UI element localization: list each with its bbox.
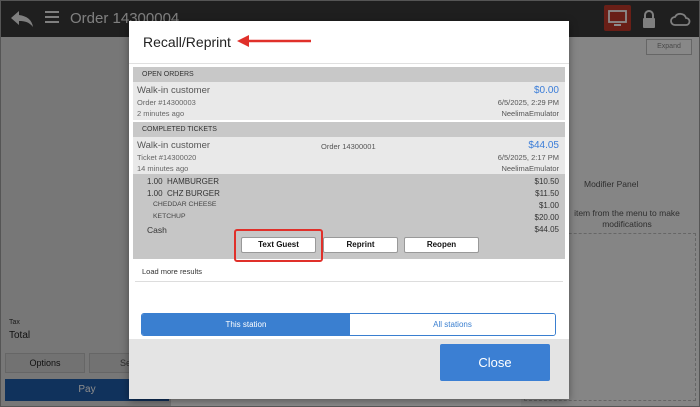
ticket-amount: $44.05 — [528, 140, 559, 151]
text-guest-button[interactable]: Text Guest — [241, 237, 316, 253]
title-divider — [129, 63, 569, 64]
ticket-number: Ticket #14300020 — [137, 153, 197, 162]
payment-amount: $44.05 — [534, 225, 559, 234]
modifier-item: CHEDDAR CHEESE $1.00 — [133, 201, 565, 213]
order-amount: $0.00 — [533, 85, 559, 96]
item-price: $11.50 — [535, 189, 559, 198]
divider — [135, 281, 563, 282]
order-reference: Order 14300001 — [321, 142, 376, 151]
item-price: $10.50 — [534, 177, 559, 186]
line-item: 1.00 CHZ BURGER $11.50 — [133, 189, 565, 201]
item-label: 1.00 HAMBURGER — [147, 177, 220, 186]
modifier-price: $1.00 — [538, 201, 559, 210]
customer-name: Walk-in customer — [137, 140, 211, 151]
open-order-row[interactable]: Walk-in customer Order #14300003 2 minut… — [133, 82, 565, 120]
recall-reprint-dialog: Recall/Reprint OPEN ORDERS Walk-in custo… — [129, 21, 569, 399]
ticket-device: NeelimaEmulator — [501, 164, 559, 173]
completed-ticket-row[interactable]: Walk-in customer Ticket #14300020 14 min… — [133, 137, 565, 174]
item-label: 1.00 CHZ BURGER — [147, 189, 220, 198]
order-device: NeelimaEmulator — [501, 109, 559, 118]
modifier-price: $20.00 — [534, 213, 559, 222]
reprint-button[interactable]: Reprint — [323, 237, 398, 253]
modifier-label: CHEDDAR CHEESE — [153, 201, 217, 208]
modifier-label: KETCHUP — [153, 213, 186, 220]
reopen-button[interactable]: Reopen — [404, 237, 479, 253]
payment-method: Cash — [147, 225, 167, 235]
station-toggle: This station All stations — [141, 313, 556, 336]
completed-tickets-header: COMPLETED TICKETS — [133, 122, 565, 137]
ticket-age: 14 minutes ago — [137, 164, 189, 173]
this-station-tab[interactable]: This station — [142, 314, 350, 335]
order-age: 2 minutes ago — [137, 109, 185, 118]
close-button[interactable]: Close — [440, 344, 550, 381]
all-stations-tab[interactable]: All stations — [350, 314, 555, 335]
app-window: Order 14300004 Tax Total Options Se Pay … — [0, 0, 700, 407]
ticket-date: 6/5/2025, 2:17 PM — [497, 153, 559, 162]
modifier-item: KETCHUP $20.00 — [133, 213, 565, 225]
line-item: 1.00 HAMBURGER $10.50 — [133, 177, 565, 189]
order-date: 6/5/2025, 2:29 PM — [497, 98, 559, 107]
open-orders-header: OPEN ORDERS — [133, 67, 565, 82]
dialog-title: Recall/Reprint — [143, 34, 231, 50]
annotation-arrow-icon — [237, 35, 311, 47]
customer-name: Walk-in customer — [137, 85, 211, 96]
payment-row: Cash $44.05 — [133, 225, 565, 237]
order-number: Order #14300003 — [137, 98, 196, 107]
load-more-link[interactable]: Load more results — [142, 267, 202, 276]
